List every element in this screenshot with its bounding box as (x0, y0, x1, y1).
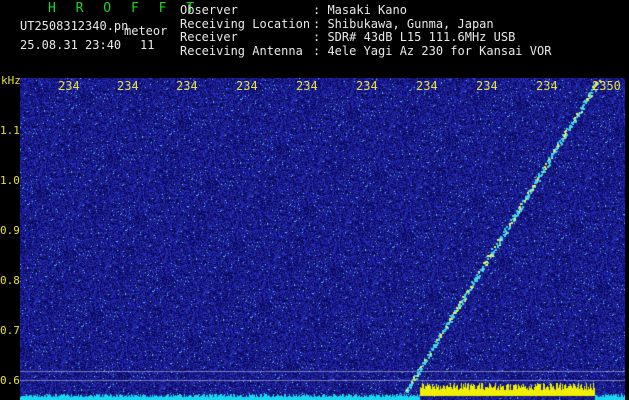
y-tick-label: 0.6 (0, 374, 20, 387)
info-label: Receiving Location (180, 16, 311, 31)
info-value: : 4ele Yagi Az 230 for Kansai VOR (313, 43, 552, 58)
y-axis-unit: kHz (1, 74, 21, 87)
info-value: : Shibukawa, Gunma, Japan (313, 16, 494, 31)
info-label: Observer (180, 3, 238, 17)
info-value: : SDR# 43dB L15 111.6MHz USB (313, 30, 516, 44)
info-row-antenna: Receiving Antenna : 4ele Yagi Az 230 for… (180, 43, 552, 59)
x-tick-label: 2350 (592, 79, 621, 93)
info-row-receiver: Receiver : SDR# 43dB L15 111.6MHz USB (180, 30, 551, 45)
info-value: : Masaki Kano (313, 3, 407, 17)
date-time: 25.08.31 23:40 (20, 38, 122, 52)
x-tick-label: 234 (296, 79, 318, 93)
spectrogram-plot (20, 78, 625, 400)
x-tick-label: 234 (236, 79, 258, 93)
x-tick-label: 234 (356, 79, 378, 93)
detection-count: 11 (140, 38, 155, 52)
file-name: UT2508312340.pn (20, 19, 129, 33)
y-tick-label: 0.9 (0, 224, 20, 237)
x-tick-label: 234 (536, 79, 558, 93)
x-tick-label: 234 (117, 79, 139, 93)
info-label: Receiver (180, 30, 238, 44)
y-tick-label: 1.1 (0, 124, 20, 137)
hroft-window: H R O F F T UT2508312340.pn meteor 25.08… (0, 0, 629, 400)
info-row-observer: Observer : Masaki Kano (180, 3, 551, 18)
x-tick-label: 234 (476, 79, 498, 93)
x-tick-label: 234 (176, 79, 198, 93)
y-tick-label: 0.8 (0, 274, 20, 287)
app-title: H R O F F T (48, 1, 201, 16)
x-tick-label: 234 (416, 79, 438, 93)
y-tick-label: 0.7 (0, 324, 20, 337)
info-row-location: Receiving Location : Shibukawa, Gunma, J… (180, 16, 551, 32)
station-info: Observer : Masaki Kano Receiving Locatio… (180, 3, 552, 59)
x-tick-label: 234 (58, 79, 80, 93)
info-label: Receiving Antenna (180, 43, 303, 58)
detection-mode: meteor (124, 24, 168, 38)
spectrogram-canvas (20, 78, 625, 400)
y-tick-label: 1.0 (0, 174, 20, 187)
